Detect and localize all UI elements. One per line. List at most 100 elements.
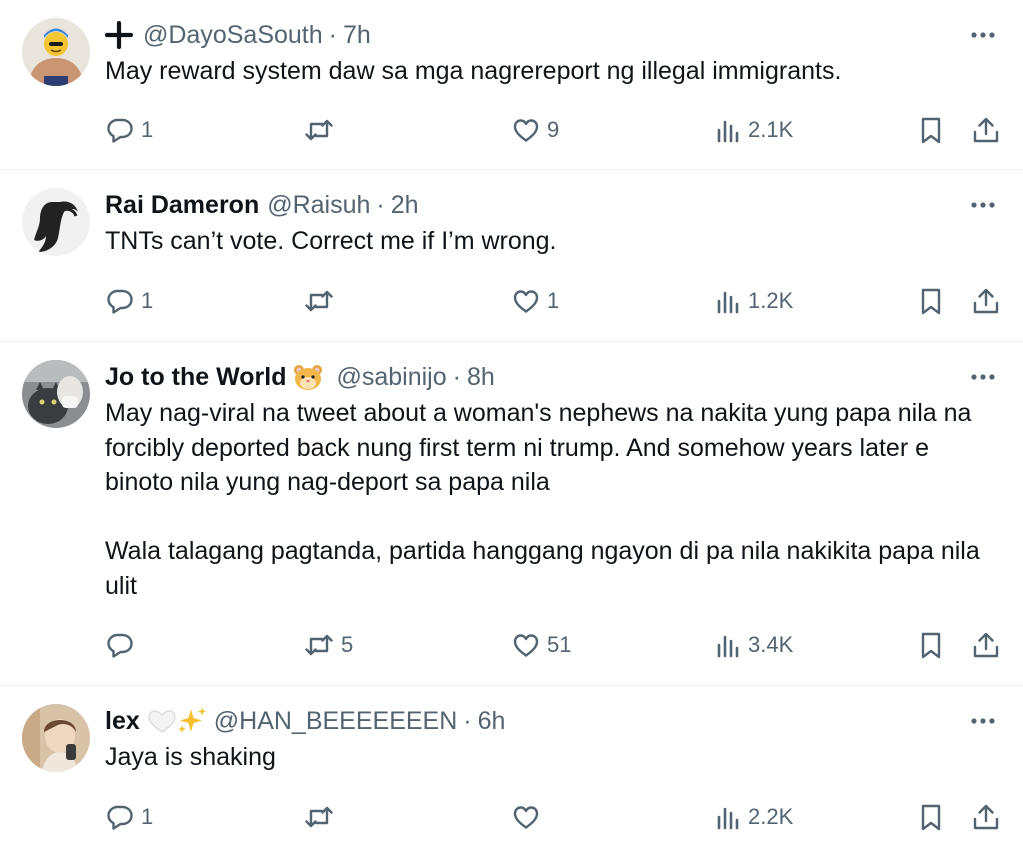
user-handle[interactable]: @HAN_BEEEEEEEN <box>214 707 458 736</box>
bookmark-button[interactable] <box>917 628 945 662</box>
plus-icon <box>105 21 133 49</box>
reply-icon <box>105 630 135 660</box>
share-button[interactable] <box>971 113 1001 147</box>
views-chart-icon <box>716 802 742 832</box>
views-count: 3.4K <box>748 632 794 657</box>
tweet-text: Jaya is shaking <box>105 743 276 771</box>
tweet-actions: 1 9 2.1K <box>105 113 999 147</box>
reply-count: 1 <box>141 117 154 142</box>
user-handle[interactable]: @DayoSaSouth <box>143 21 323 50</box>
hamster-emoji-icon <box>292 363 324 391</box>
reply-button[interactable]: 1 <box>105 284 153 318</box>
bookmark-button[interactable] <box>917 800 945 834</box>
like-count: 9 <box>547 117 560 142</box>
retweet-button[interactable]: 5 <box>303 628 353 662</box>
like-count: 1 <box>547 288 560 313</box>
share-icon <box>971 630 1001 660</box>
user-handle[interactable]: @sabinijo <box>336 363 446 392</box>
more-options-icon[interactable] <box>967 362 999 392</box>
views-chart-icon <box>716 286 742 316</box>
heart-icon <box>511 286 541 316</box>
tweet[interactable]: lex @HAN_BEEEEEEEN · 6h Jaya is shaking <box>0 686 1023 845</box>
views-count: 1.2K <box>748 288 794 313</box>
reply-button[interactable]: 1 <box>105 800 153 834</box>
reply-button[interactable]: 1 <box>105 113 153 147</box>
reply-count: 1 <box>141 288 154 313</box>
retweet-button[interactable] <box>303 800 341 834</box>
timestamp[interactable]: 8h <box>467 363 495 392</box>
retweet-icon <box>303 286 335 316</box>
bookmark-button[interactable] <box>917 284 945 318</box>
views-chart-icon <box>716 115 742 145</box>
share-button[interactable] <box>971 284 1001 318</box>
retweet-icon <box>303 630 335 660</box>
timestamp[interactable]: 7h <box>343 21 371 50</box>
tweet-actions: 5 51 3.4K <box>105 628 999 662</box>
tweet-actions: 1 1 1.2K <box>105 284 999 318</box>
heart-icon <box>511 802 541 832</box>
more-options-icon[interactable] <box>967 706 999 736</box>
tweet-text: May reward system daw sa mga nagrereport… <box>105 57 842 85</box>
tweet-header: Jo to the World @sabinijo · 8h <box>105 360 999 394</box>
more-options-icon[interactable] <box>967 20 999 50</box>
bookmark-button[interactable] <box>917 113 945 147</box>
more-options-icon[interactable] <box>967 190 999 220</box>
retweet-button[interactable] <box>303 284 341 318</box>
tweet-header: Rai Dameron @Raisuh · 2h <box>105 188 999 222</box>
tweet-header: lex @HAN_BEEEEEEEN · 6h <box>105 704 999 738</box>
like-count: 51 <box>547 632 572 657</box>
separator-dot: · <box>463 706 472 735</box>
separator-dot: · <box>328 20 337 49</box>
like-button[interactable] <box>511 800 547 834</box>
tweet-text: TNTs can’t vote. Correct me if I’m wrong… <box>105 227 557 255</box>
views-count: 2.1K <box>748 117 794 142</box>
share-icon <box>971 802 1001 832</box>
reply-count: 1 <box>141 804 154 829</box>
bookmark-icon <box>917 115 945 145</box>
tweet[interactable]: Jo to the World @sabinijo · 8h May nag-v… <box>0 342 1023 686</box>
separator-dot: · <box>376 190 385 219</box>
share-button[interactable] <box>971 800 1001 834</box>
reply-button[interactable] <box>105 628 141 662</box>
heart-icon <box>511 115 541 145</box>
avatar[interactable] <box>22 18 90 86</box>
display-name[interactable]: Jo to the World <box>105 363 286 392</box>
views-button[interactable]: 3.4K <box>716 628 793 662</box>
views-count: 2.2K <box>748 804 794 829</box>
avatar[interactable] <box>22 188 90 256</box>
user-handle[interactable]: @Raisuh <box>267 191 370 220</box>
retweet-count: 5 <box>341 632 354 657</box>
like-button[interactable]: 9 <box>511 113 559 147</box>
avatar[interactable] <box>22 704 90 772</box>
views-button[interactable]: 2.2K <box>716 800 793 834</box>
views-button[interactable]: 2.1K <box>716 113 793 147</box>
timestamp[interactable]: 2h <box>391 191 419 220</box>
reply-icon <box>105 286 135 316</box>
share-icon <box>971 115 1001 145</box>
heart-icon <box>511 630 541 660</box>
retweet-button[interactable] <box>303 113 341 147</box>
retweet-icon <box>303 802 335 832</box>
bookmark-icon <box>917 630 945 660</box>
views-button[interactable]: 1.2K <box>716 284 793 318</box>
tweet[interactable]: Rai Dameron @Raisuh · 2h TNTs can’t vote… <box>0 170 1023 342</box>
bookmark-icon <box>917 802 945 832</box>
timestamp[interactable]: 6h <box>478 707 506 736</box>
separator-dot: · <box>452 362 461 391</box>
tweet[interactable]: @DayoSaSouth · 7h May reward system daw … <box>0 0 1023 170</box>
bookmark-icon <box>917 286 945 316</box>
views-chart-icon <box>716 630 742 660</box>
reply-icon <box>105 802 135 832</box>
share-icon <box>971 286 1001 316</box>
display-name[interactable]: lex <box>105 707 140 736</box>
tweet-actions: 1 2.2K <box>105 800 999 834</box>
like-button[interactable]: 1 <box>511 284 559 318</box>
display-name[interactable]: Rai Dameron <box>105 191 259 220</box>
tweet-header: @DayoSaSouth · 7h <box>105 18 999 52</box>
share-button[interactable] <box>971 628 1001 662</box>
white-heart-sparkles-emoji-icon <box>146 706 208 736</box>
retweet-icon <box>303 115 335 145</box>
avatar[interactable] <box>22 360 90 428</box>
like-button[interactable]: 51 <box>511 628 571 662</box>
tweet-text: May nag-viral na tweet about a woman's n… <box>105 399 980 600</box>
